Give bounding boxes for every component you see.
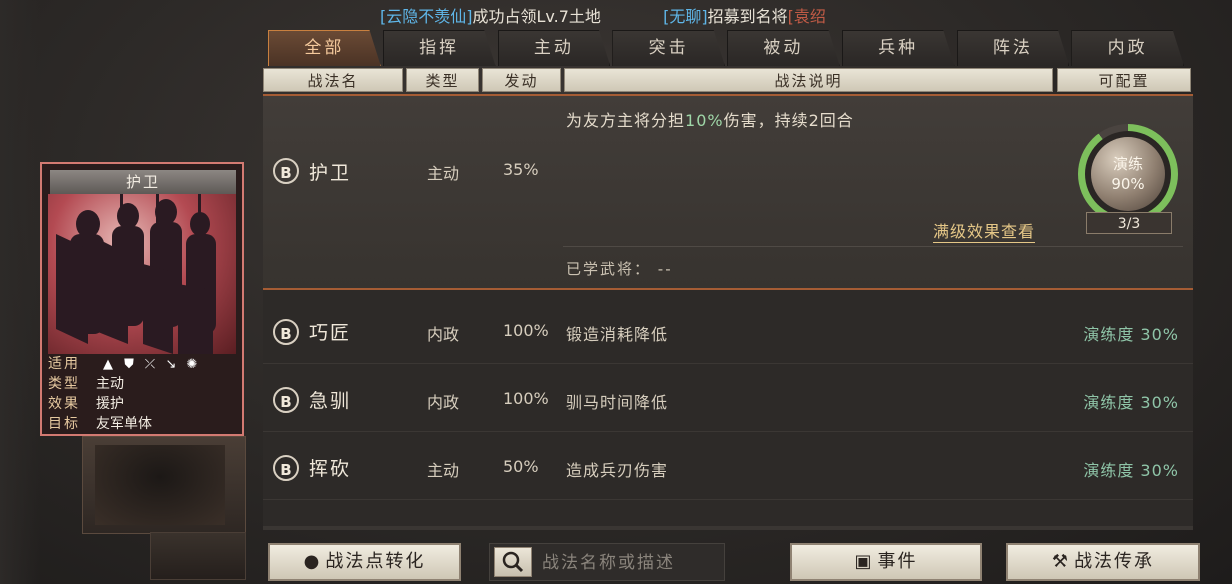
- tactic-rate: 100%: [503, 321, 549, 340]
- inherit-button[interactable]: ⚒ 战法传承: [1006, 543, 1200, 581]
- shield-icon: ⛊: [124, 356, 134, 372]
- tactic-description: 锻造消耗降低: [566, 325, 669, 344]
- grade-badge: B: [273, 319, 299, 345]
- header-name[interactable]: 战法名: [263, 68, 403, 92]
- left-backdrop: [0, 0, 40, 584]
- grade-badge: B: [273, 387, 299, 413]
- card-stack-back-2: [150, 532, 246, 580]
- card-info: 适用 ▲ ⛊ ⤫ ↘ ✺ 类型 主动 效果 援护 目标 友军单体: [48, 354, 238, 434]
- header-trigger[interactable]: 发动: [482, 68, 561, 92]
- applies-label: 适用: [48, 356, 80, 372]
- inherit-label: 战法传承: [1074, 551, 1155, 572]
- tab-all[interactable]: 全部: [268, 30, 381, 66]
- header-description: 战法说明: [564, 68, 1053, 92]
- tactic-type: 主动: [427, 461, 460, 480]
- desc-highlight: 10%: [685, 111, 724, 130]
- drill-orb: 演练 90%: [1091, 137, 1165, 211]
- tactic-type: 内政: [427, 393, 460, 412]
- tab-domestic[interactable]: 内政: [1071, 30, 1184, 66]
- header-type[interactable]: 类型: [406, 68, 479, 92]
- search-icon: [502, 551, 524, 573]
- card-title: 护卫: [50, 170, 236, 194]
- tab-formation[interactable]: 阵法: [956, 30, 1070, 66]
- tactic-type: 主动: [427, 164, 460, 183]
- header-assignable[interactable]: 可配置: [1057, 68, 1191, 92]
- tactic-type: 内政: [427, 325, 460, 344]
- search-button[interactable]: [494, 547, 532, 577]
- divider: [563, 246, 1183, 247]
- learned-value: --: [657, 260, 673, 278]
- ticker-text-2: 招募到名将: [707, 7, 788, 26]
- tab-troop[interactable]: 兵种: [841, 30, 955, 66]
- unit-icons: ▲ ⛊ ⤫ ↘ ✺: [100, 357, 199, 372]
- category-tabs: 全部 指挥 主动 突击 被动 兵种 阵法 内政: [268, 30, 1184, 66]
- card-stack-back: [82, 436, 246, 534]
- tactic-name: 挥砍: [309, 458, 352, 480]
- alert-icon: ▣: [854, 551, 874, 572]
- card-artwork: [48, 194, 236, 354]
- drill-percent: 90%: [1111, 175, 1145, 193]
- search-input[interactable]: [540, 548, 724, 578]
- tactic-description: 为友方主将分担10%伤害，持续2回合: [566, 107, 854, 131]
- tactic-description: 驯马时间降低: [566, 393, 669, 412]
- selected-tactic-row[interactable]: B 护卫 主动 35% 为友方主将分担10%伤害，持续2回合 满级效果查看 已学…: [263, 94, 1193, 290]
- tactic-list[interactable]: B 护卫 主动 35% 为友方主将分担10%伤害，持续2回合 满级效果查看 已学…: [263, 94, 1193, 526]
- desc-prefix: 为友方主将分担: [566, 111, 686, 130]
- effect-value: 援护: [96, 396, 124, 412]
- search-box: [489, 543, 725, 581]
- tactic-row[interactable]: B 巧匠 内政 100% 锻造消耗降低 演练度 30%: [263, 298, 1193, 364]
- cavalry-icon: ▲: [102, 356, 113, 372]
- drill-label: 演练: [1112, 155, 1143, 173]
- drill-degree: 演练度 30%: [1083, 393, 1179, 412]
- grade-badge: B: [273, 158, 299, 184]
- tab-active[interactable]: 主动: [497, 30, 611, 66]
- tactic-rate: 100%: [503, 389, 549, 408]
- spear-icon: ↘: [165, 356, 177, 372]
- tab-passive[interactable]: 被动: [727, 30, 840, 66]
- hammer-icon: ⚒: [1051, 551, 1071, 572]
- convert-points-button[interactable]: ● 战法点转化: [268, 543, 461, 581]
- chariot-icon: ✺: [186, 356, 198, 372]
- ticker-tail: [袁绍: [787, 7, 826, 26]
- tactic-row[interactable]: B 挥砍 主动 50% 造成兵刃伤害 演练度 30%: [263, 434, 1193, 500]
- broadcast-ticker: [云隐不羡仙]成功占领Lv.7土地 [无聊]招募到名将[袁绍: [380, 6, 940, 28]
- drill-count: 3/3: [1086, 212, 1172, 234]
- tab-assault[interactable]: 突击: [612, 30, 725, 66]
- ticker-tag-1: [云隐不羡仙]: [380, 7, 473, 26]
- target-value: 友军单体: [96, 416, 152, 432]
- tactic-name: 急驯: [309, 390, 352, 412]
- full-effect-link[interactable]: 满级效果查看: [933, 218, 1036, 243]
- events-button[interactable]: ▣ 事件: [790, 543, 982, 581]
- desc-suffix: 伤害，持续2回合: [723, 111, 854, 130]
- drill-degree: 演练度 30%: [1083, 461, 1179, 480]
- tactic-description: 造成兵刃伤害: [566, 461, 669, 480]
- ticker-tag-2: [无聊]: [663, 7, 708, 26]
- tactic-card: 护卫 适用 ▲ ⛊ ⤫ ↘ ✺ 类型 主动 效果 援护 目标 友军单体: [40, 162, 244, 436]
- tactic-row[interactable]: B 急驯 内政 100% 驯马时间降低 演练度 30%: [263, 366, 1193, 432]
- convert-label: 战法点转化: [325, 551, 426, 572]
- target-label: 目标: [48, 416, 80, 432]
- list-bottom-edge: [263, 526, 1193, 530]
- learned-generals: 已学武将： --: [566, 258, 673, 279]
- drill-degree: 演练度 30%: [1083, 325, 1179, 344]
- drop-icon: ●: [303, 551, 322, 572]
- events-label: 事件: [877, 551, 918, 572]
- effect-label: 效果: [48, 396, 80, 412]
- tactic-name: 护卫: [309, 162, 352, 184]
- tab-command[interactable]: 指挥: [382, 30, 496, 66]
- grade-badge: B: [273, 455, 299, 481]
- learned-label: 已学武将：: [566, 260, 652, 278]
- type-label: 类型: [48, 376, 80, 392]
- drill-progress-ring[interactable]: 演练 90%: [1078, 124, 1178, 224]
- type-value: 主动: [96, 376, 124, 392]
- tactic-rate: 50%: [503, 457, 539, 476]
- tactic-name: 巧匠: [309, 322, 352, 344]
- tactic-rate: 35%: [503, 160, 539, 179]
- bow-icon: ⤫: [144, 356, 156, 372]
- ticker-text-1: 成功占领Lv.7土地: [472, 7, 601, 26]
